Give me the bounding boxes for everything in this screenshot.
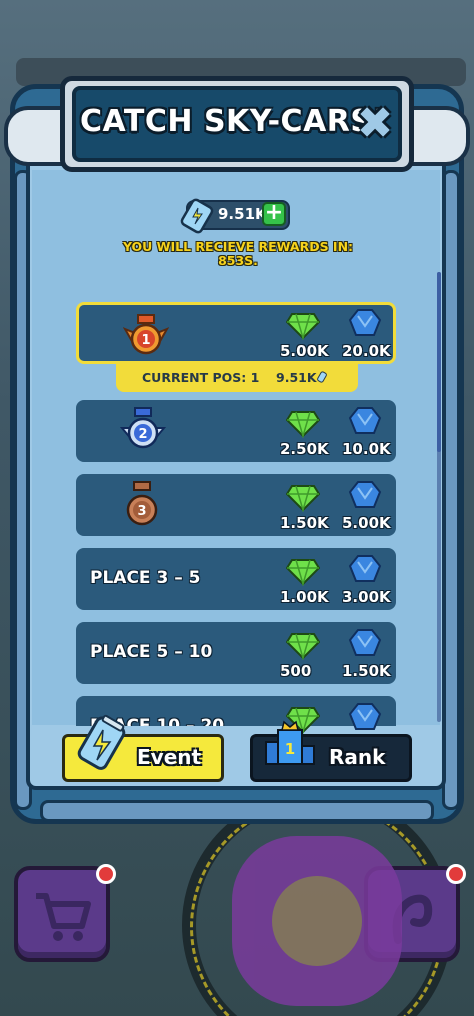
current-position-label: CURRENT POS: 1 <box>142 370 260 385</box>
tab-event-label: Event <box>137 745 202 769</box>
background-creature <box>232 836 402 1006</box>
gold-medal-1-icon: 1 <box>123 314 169 355</box>
podium-icon: 1 <box>265 720 315 765</box>
blue-gem-icon <box>348 555 382 582</box>
bronze-medal-3-icon: 3 <box>126 481 158 526</box>
close-icon: ✖ <box>356 98 394 149</box>
green-reward-value: 5.00K <box>280 342 329 360</box>
pets-notification-dot <box>446 864 466 884</box>
current-position-value: 9.51K <box>276 370 317 385</box>
green-reward-value: 2.50K <box>280 440 329 458</box>
plus-icon: + <box>264 200 284 225</box>
rank-row-label: PLACE 5 – 10 <box>90 642 213 662</box>
panel-title: CATCH SKY-CARS! <box>80 104 387 139</box>
blue-medal-2-icon: 2 <box>120 407 166 449</box>
current-position-bar: CURRENT POS: 1 9.51K <box>116 364 358 392</box>
blue-gem-icon <box>348 407 382 434</box>
blue-reward-value: 5.00K <box>342 514 391 532</box>
green-gem-icon <box>286 559 320 586</box>
rank-badge: 1 <box>285 740 295 758</box>
energy-mini-icon <box>317 371 327 383</box>
blue-reward-value: 20.0K <box>342 342 391 360</box>
blue-reward-value: 3.00K <box>342 588 391 606</box>
reward-timer-text: YOU WILL RECIEVE REWARDS IN: 853S. <box>122 239 354 268</box>
green-gem-icon <box>286 313 320 340</box>
rank-row-label: PLACE 3 – 5 <box>90 568 201 588</box>
green-reward-value: 500 <box>280 662 312 680</box>
blue-gem-icon <box>348 703 382 730</box>
shop-notification-dot <box>96 864 116 884</box>
energy-can-icon <box>180 198 214 234</box>
scrollbar-thumb[interactable] <box>437 272 441 452</box>
blue-gem-icon <box>348 629 382 656</box>
green-gem-icon <box>286 485 320 512</box>
tab-rank-label: Rank <box>329 745 386 769</box>
svg-text:2: 2 <box>138 427 147 442</box>
green-gem-icon <box>286 411 320 438</box>
blue-reward-value: 1.50K <box>342 662 391 680</box>
shop-button[interactable] <box>14 866 110 962</box>
svg-text:3: 3 <box>137 504 146 519</box>
blue-gem-icon <box>348 309 382 336</box>
energy-can-icon <box>77 714 126 770</box>
blue-gem-icon <box>348 481 382 508</box>
green-reward-value: 1.00K <box>280 588 329 606</box>
panel-pipe-bottom <box>40 800 434 822</box>
green-gem-icon <box>286 633 320 660</box>
energy-value: 9.51K <box>218 205 267 223</box>
add-energy-button[interactable]: + <box>262 202 286 226</box>
cart-icon <box>36 893 91 941</box>
green-reward-value: 1.50K <box>280 514 329 532</box>
svg-text:1: 1 <box>141 333 150 348</box>
close-button[interactable]: ✖ <box>352 102 398 148</box>
blue-reward-value: 10.0K <box>342 440 391 458</box>
